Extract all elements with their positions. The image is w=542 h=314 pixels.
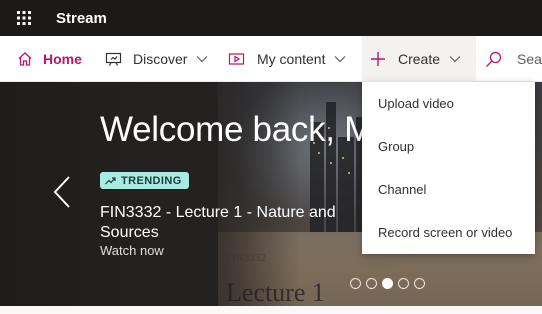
page-background: [0, 306, 542, 314]
search-input[interactable]: Sear: [517, 51, 542, 67]
nav-bar: Home Discover My content Create Sea: [0, 36, 542, 82]
nav-discover-label: Discover: [133, 51, 188, 67]
chevron-down-icon: [196, 55, 208, 63]
app-bar: Stream: [0, 0, 542, 36]
slide-heading-text: Lecture 1: [226, 278, 325, 306]
nav-home-label: Home: [43, 51, 82, 67]
plus-icon: [369, 50, 387, 68]
nav-discover[interactable]: Discover: [104, 36, 208, 82]
chevron-left-icon: [53, 176, 70, 208]
carousel-dot[interactable]: [398, 278, 409, 289]
carousel-dot[interactable]: [366, 278, 377, 289]
create-dropdown-menu: Upload video Group Channel Record screen or…: [362, 82, 535, 254]
carousel-dot[interactable]: [382, 278, 393, 289]
discover-icon: [104, 50, 122, 68]
trending-icon: [105, 176, 116, 185]
chevron-down-icon: [449, 55, 461, 63]
video-icon: [227, 50, 245, 68]
watch-now-link[interactable]: Watch now: [100, 243, 164, 258]
nav-my-content-label: My content: [257, 51, 326, 67]
welcome-heading: Welcome back, M: [100, 110, 373, 149]
create-menu-item[interactable]: Group: [362, 125, 535, 168]
carousel-dot[interactable]: [414, 278, 425, 289]
carousel-indicators: [350, 278, 425, 289]
nav-create[interactable]: Create: [362, 36, 476, 82]
carousel-dot[interactable]: [350, 278, 361, 289]
trending-label: TRENDING: [121, 174, 182, 187]
app-title[interactable]: Stream: [56, 10, 107, 27]
search-box[interactable]: Sear: [484, 36, 542, 82]
create-menu-item[interactable]: Channel: [362, 168, 535, 211]
nav-my-content[interactable]: My content: [227, 36, 346, 82]
create-menu-item[interactable]: Upload video: [362, 82, 535, 125]
create-menu-item[interactable]: Record screen or video: [362, 211, 535, 254]
nav-create-label: Create: [398, 51, 441, 67]
previous-slide-button[interactable]: [48, 172, 76, 212]
video-title[interactable]: FIN3332 - Lecture 1 - Nature and Sources: [100, 203, 370, 243]
search-icon: [484, 50, 502, 68]
slide-course-text: FIN3332: [226, 252, 266, 264]
nav-home[interactable]: Home: [16, 36, 82, 82]
trending-badge: TRENDING: [100, 172, 189, 189]
chevron-down-icon: [334, 55, 346, 63]
home-icon: [16, 50, 34, 68]
waffle-icon[interactable]: [0, 0, 48, 36]
